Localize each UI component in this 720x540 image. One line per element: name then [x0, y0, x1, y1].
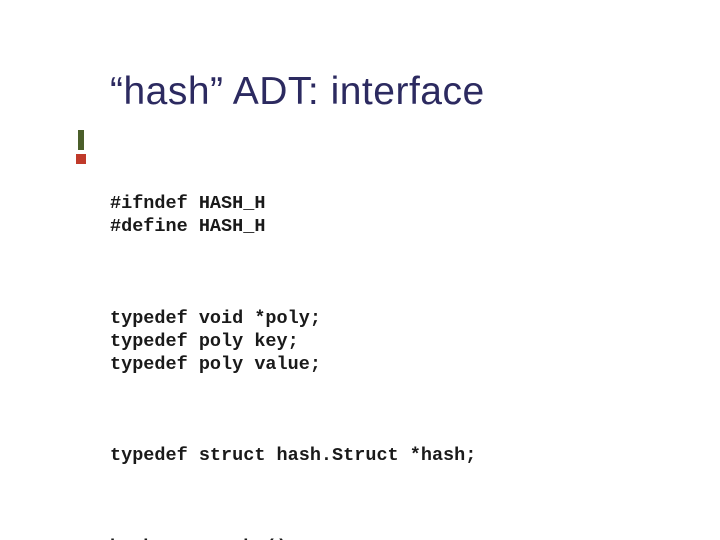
code-line: typedef void *poly; [110, 308, 321, 329]
code-section-struct: typedef struct hash.Struct *hash; [110, 444, 720, 467]
code-line: #define HASH_H [110, 216, 265, 237]
code-line: typedef poly key; [110, 331, 299, 352]
code-section-guard: #ifndef HASH_H #define HASH_H [110, 192, 720, 238]
code-block: #ifndef HASH_H #define HASH_H typedef vo… [110, 146, 720, 540]
accent-bar [78, 130, 84, 510]
accent-bar-dot [76, 154, 86, 164]
code-line: #ifndef HASH_H [110, 193, 265, 214]
code-section-funcs: hash new.Hash (); hash new.Hash2 (double… [110, 536, 720, 540]
slide: “hash” ADT: interface #ifndef HASH_H #de… [0, 0, 720, 540]
slide-title: “hash” ADT: interface [110, 70, 720, 114]
code-line: typedef struct hash.Struct *hash; [110, 445, 476, 466]
accent-bar-line [78, 130, 84, 150]
code-section-typedefs: typedef void *poly; typedef poly key; ty… [110, 307, 720, 376]
code-line: typedef poly value; [110, 354, 321, 375]
